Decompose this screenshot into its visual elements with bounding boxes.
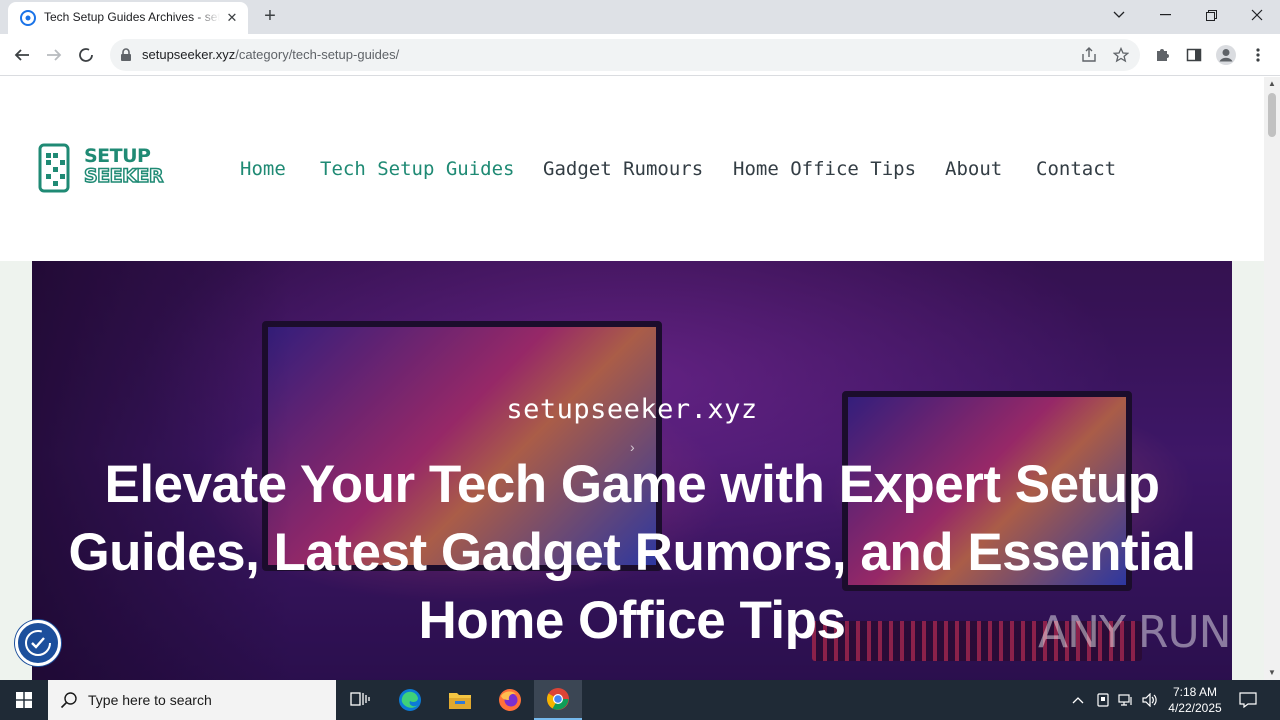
search-placeholder: Type here to search (88, 692, 212, 708)
star-icon[interactable] (1112, 46, 1130, 64)
device-icon[interactable] (1095, 692, 1111, 708)
windows-taskbar: Type here to search 7:18 AM 4/22/2025 (0, 680, 1280, 720)
taskbar-search[interactable]: Type here to search (48, 680, 336, 720)
site-header: SETUP SEEKER Home Tech Setup Guides Gadg… (0, 77, 1264, 261)
tab-title: Tech Setup Guides Archives - setupseeker… (44, 10, 220, 24)
scroll-down-icon[interactable]: ▼ (1264, 666, 1280, 680)
chrome-favicon (20, 10, 36, 26)
file-explorer-icon[interactable] (436, 680, 484, 720)
browser-tab-active[interactable]: Tech Setup Guides Archives - setupseeker… (8, 2, 248, 34)
close-window-icon[interactable] (1234, 0, 1280, 30)
forward-arrow-icon[interactable] (42, 43, 66, 67)
lock-icon[interactable] (120, 48, 132, 67)
page-viewport: SETUP SEEKER Home Tech Setup Guides Gadg… (0, 77, 1264, 680)
browser-tab-strip: Tech Setup Guides Archives - setupseeker… (0, 0, 1280, 34)
firefox-icon[interactable] (486, 680, 534, 720)
notification-icon[interactable] (1238, 691, 1258, 709)
accessibility-icon (25, 630, 51, 656)
restore-icon[interactable] (1188, 0, 1234, 30)
volume-icon[interactable] (1142, 692, 1158, 708)
browser-toolbar: setupseeker.xyz/category/tech-setup-guid… (0, 34, 1280, 76)
chevron-up-icon[interactable] (1070, 692, 1086, 708)
nav-contact[interactable]: Contact (1036, 158, 1116, 180)
page-scrollbar[interactable]: ▲ ▼ (1264, 77, 1280, 680)
nav-tech-setup-guides[interactable]: Tech Setup Guides (320, 158, 514, 180)
scroll-up-icon[interactable]: ▲ (1264, 77, 1280, 91)
share-icon[interactable] (1080, 46, 1098, 64)
address-bar[interactable]: setupseeker.xyz/category/tech-setup-guid… (110, 39, 1140, 71)
minimize-icon[interactable] (1142, 0, 1188, 30)
site-logo[interactable]: SETUP SEEKER (38, 143, 170, 193)
chrome-icon[interactable] (534, 680, 582, 720)
hero-domain: setupseeker.xyz (506, 394, 758, 425)
url-text[interactable]: setupseeker.xyz/category/tech-setup-guid… (142, 47, 399, 62)
close-icon[interactable]: ✕ (224, 10, 240, 26)
clock-time: 7:18 AM (1172, 685, 1218, 699)
stop-loading-icon[interactable] (74, 43, 98, 67)
back-arrow-icon[interactable] (10, 43, 34, 67)
nav-gadget-rumours[interactable]: Gadget Rumours (543, 158, 703, 180)
plus-icon[interactable]: + (258, 6, 282, 28)
search-icon (60, 691, 78, 714)
nav-home[interactable]: Home (240, 158, 286, 180)
nav-about[interactable]: About (945, 158, 1002, 180)
accessibility-button[interactable] (15, 620, 61, 666)
task-view-icon[interactable] (336, 680, 384, 720)
taskbar-clock[interactable]: 7:18 AM 4/22/2025 (1160, 684, 1230, 716)
sidepanel-icon[interactable] (1182, 43, 1206, 67)
extensions-icon[interactable] (1150, 43, 1174, 67)
clock-date: 4/22/2025 (1168, 701, 1222, 715)
logo-text-seeker: SEEKER (83, 164, 164, 188)
windows-start-icon[interactable] (0, 680, 48, 720)
nav-home-office-tips[interactable]: Home Office Tips (733, 158, 916, 180)
kebab-menu-icon[interactable] (1246, 43, 1270, 67)
network-icon[interactable] (1118, 692, 1134, 708)
profile-icon[interactable] (1214, 43, 1238, 67)
chevron-down-icon[interactable] (1096, 0, 1142, 30)
edge-icon[interactable] (386, 680, 434, 720)
scroll-thumb[interactable] (1268, 93, 1276, 137)
phone-logo-icon (38, 143, 70, 193)
anyrun-watermark: ANY RUN (1038, 607, 1232, 658)
logo-text-setup: SETUP (84, 145, 151, 167)
